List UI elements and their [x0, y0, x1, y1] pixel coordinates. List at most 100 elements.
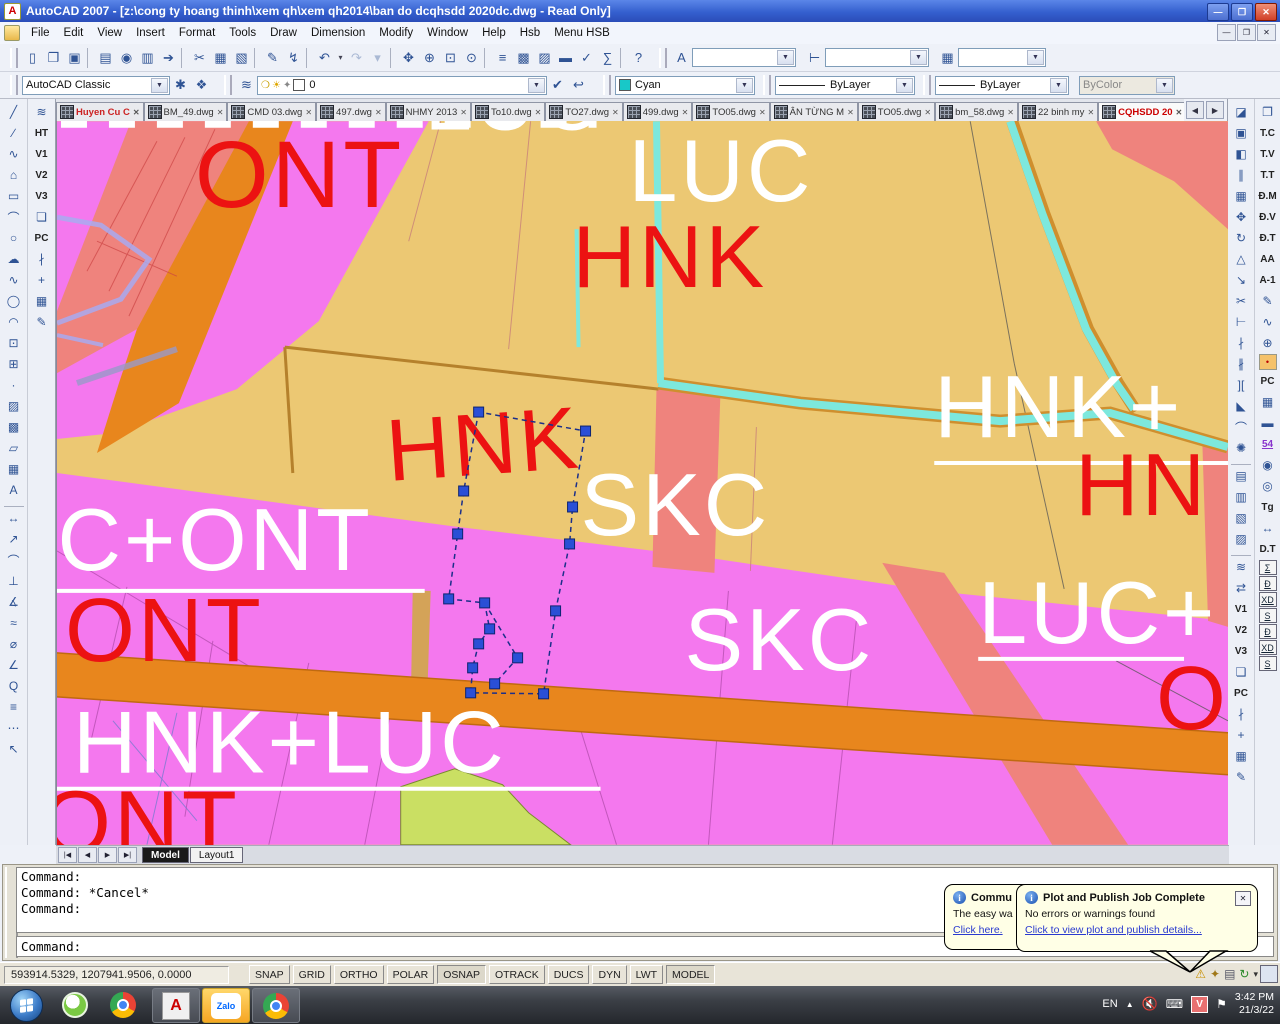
document-tab[interactable]: 497.dwg ✕	[316, 102, 386, 121]
rectangle-icon[interactable]: ▭	[2, 186, 25, 206]
document-tab[interactable]: BM_49.dwg ✕	[144, 102, 228, 121]
paste-icon[interactable]: ▧	[231, 47, 252, 68]
layer-lock-icon[interactable]: ✦	[283, 80, 291, 91]
tab-close-icon[interactable]: ✕	[133, 108, 140, 117]
separator[interactable]	[484, 48, 490, 68]
dim-radius-icon[interactable]: ∡	[2, 592, 25, 612]
document-tab[interactable]: 22 binh my ✕	[1018, 102, 1098, 121]
menu-item[interactable]: Insert	[129, 25, 172, 41]
menu-item[interactable]: File	[24, 25, 57, 41]
document-tab[interactable]: NHMY 2013 ✕	[386, 102, 471, 121]
tab-close-icon[interactable]: ✕	[759, 108, 766, 117]
separator[interactable]	[1231, 550, 1251, 556]
snap-toggle[interactable]: SNAP	[249, 965, 290, 984]
menu-item[interactable]: Format	[172, 25, 222, 41]
tab-close-icon[interactable]: ✕	[1007, 108, 1014, 117]
ducs-toggle[interactable]: DUCS	[548, 965, 590, 984]
draworder-below-icon[interactable]: ▨	[1230, 529, 1253, 549]
document-tab[interactable]: Huyen Cu C ✕	[56, 102, 144, 121]
tab-close-icon[interactable]: ✕	[847, 108, 854, 117]
separator[interactable]	[87, 48, 93, 68]
undo-icon[interactable]: ↶	[314, 47, 335, 68]
drawing-canvas[interactable]: ONT LUC HNK HNK SKC HNK+ HN LUC+ONT ONT …	[56, 121, 1228, 845]
viewport-icon[interactable]: ❏	[1230, 662, 1253, 682]
tab-nav-button[interactable]: |◀	[58, 847, 77, 863]
explode-icon[interactable]: ✺	[1230, 438, 1253, 458]
breakline-icon[interactable]: ∤	[1230, 704, 1253, 724]
taskbar-zalo-button[interactable]: Zalo	[202, 988, 250, 1023]
dyn-toggle[interactable]: DYN	[592, 965, 626, 984]
pc-button[interactable]: PC	[30, 228, 53, 248]
plot-preview-icon[interactable]: ◉	[116, 47, 137, 68]
array-icon[interactable]: ▦	[1230, 186, 1253, 206]
open-icon[interactable]: ❐	[43, 47, 64, 68]
menu-item[interactable]: Edit	[57, 25, 91, 41]
sum-button[interactable]: Σ	[1259, 560, 1277, 575]
layer-color-swatch[interactable]	[293, 79, 305, 91]
chamfer-icon[interactable]: ◣	[1230, 396, 1253, 416]
dv-button[interactable]: Đ.V	[1256, 207, 1279, 227]
layer-previous-icon[interactable]: ↩	[568, 75, 589, 96]
action-center-flag-icon[interactable]: ⚑	[1216, 997, 1227, 1011]
etransmit-icon[interactable]: ➔	[158, 47, 179, 68]
balloon-link[interactable]: Click to view plot and publish details..…	[1025, 924, 1249, 936]
zoom-realtime-icon[interactable]: ⊕	[419, 47, 440, 68]
v1-button[interactable]: V1	[1230, 599, 1253, 619]
draworder-front-icon[interactable]: ▤	[1230, 466, 1253, 486]
stretch-text-icon[interactable]: ↔	[1256, 518, 1279, 538]
mirror-icon[interactable]: ◧	[1230, 144, 1253, 164]
layer-sun-icon[interactable]: ☀	[272, 80, 281, 91]
dt-button[interactable]: Đ.T	[1256, 228, 1279, 248]
break-icon[interactable]: ∦	[1230, 354, 1253, 374]
workspace-settings-icon[interactable]: ✱	[170, 75, 191, 96]
separator[interactable]	[1231, 459, 1251, 465]
make-layer-current-icon[interactable]: ✔	[547, 75, 568, 96]
cut-icon[interactable]: ✂	[189, 47, 210, 68]
match-properties-icon[interactable]: ✎	[262, 47, 283, 68]
dim-diameter-icon[interactable]: ⌀	[2, 634, 25, 654]
document-tab[interactable]: To10.dwg ✕	[471, 102, 545, 121]
hatch-icon[interactable]: ▨	[2, 396, 25, 416]
open-folder-icon[interactable]: ❐	[1256, 102, 1279, 122]
mtext-icon[interactable]: A	[2, 480, 25, 500]
taskbar-coccoc-icon[interactable]	[58, 990, 92, 1020]
volume-muted-icon[interactable]: 🔇	[1142, 996, 1158, 1012]
make-block-icon[interactable]: ⊞	[2, 354, 25, 374]
drawing-file-icon[interactable]	[4, 25, 20, 41]
tab-scroll-right-button[interactable]: ▶	[1206, 101, 1224, 119]
document-tab[interactable]: TO05.dwg ✕	[692, 102, 769, 121]
properties-icon[interactable]: ≡	[492, 47, 513, 68]
tc-button[interactable]: T.C	[1256, 123, 1279, 143]
chevron-down-icon[interactable]: ▼	[896, 78, 913, 93]
separator[interactable]	[254, 48, 260, 68]
layers-flat-icon[interactable]: ≋	[1230, 557, 1253, 577]
plot-complete-balloon[interactable]: i Plot and Publish Job Complete ✕ No err…	[1016, 884, 1258, 952]
sketch-icon[interactable]: ✎	[1256, 291, 1279, 311]
plot-icon[interactable]: ▤	[95, 47, 116, 68]
tab-close-icon[interactable]: ✕	[612, 108, 619, 117]
draworder-above-icon[interactable]: ▧	[1230, 508, 1253, 528]
menu-item[interactable]: Modify	[372, 25, 420, 41]
restore-button[interactable]: ❐	[1231, 3, 1253, 21]
chevron-down-icon[interactable]: ▼	[736, 78, 753, 93]
mdi-close-button[interactable]: ✕	[1257, 24, 1276, 41]
xd-button[interactable]: XD	[1259, 592, 1277, 607]
document-tab[interactable]: 499.dwg ✕	[623, 102, 693, 121]
designcenter-icon[interactable]: ▩	[513, 47, 534, 68]
table-icon[interactable]: ▦	[1256, 392, 1279, 412]
tt-button[interactable]: T.T	[1256, 165, 1279, 185]
document-tab[interactable]: CQHSDD 20 ✕	[1098, 102, 1184, 121]
toolbar-grip[interactable]	[10, 75, 18, 95]
toolbar-grip[interactable]	[10, 48, 18, 68]
arc-icon[interactable]: ⌒	[2, 207, 25, 227]
sheetset-manager-icon[interactable]: ▬	[555, 47, 576, 68]
menu-item[interactable]: Menu HSB	[547, 25, 617, 41]
model-toggle[interactable]: MODEL	[666, 965, 715, 984]
zoom-previous-icon[interactable]: ⊙	[461, 47, 482, 68]
breakline-icon[interactable]: ∤	[30, 249, 53, 269]
block-editor-icon[interactable]: ↯	[283, 47, 304, 68]
taskbar-chrome-button[interactable]	[252, 988, 300, 1023]
gradient-icon[interactable]: ▩	[2, 417, 25, 437]
layer-combo[interactable]: ❍ ☀ ✦ 0 ▼	[257, 76, 547, 95]
dim-quick-icon[interactable]: Q	[2, 676, 25, 696]
